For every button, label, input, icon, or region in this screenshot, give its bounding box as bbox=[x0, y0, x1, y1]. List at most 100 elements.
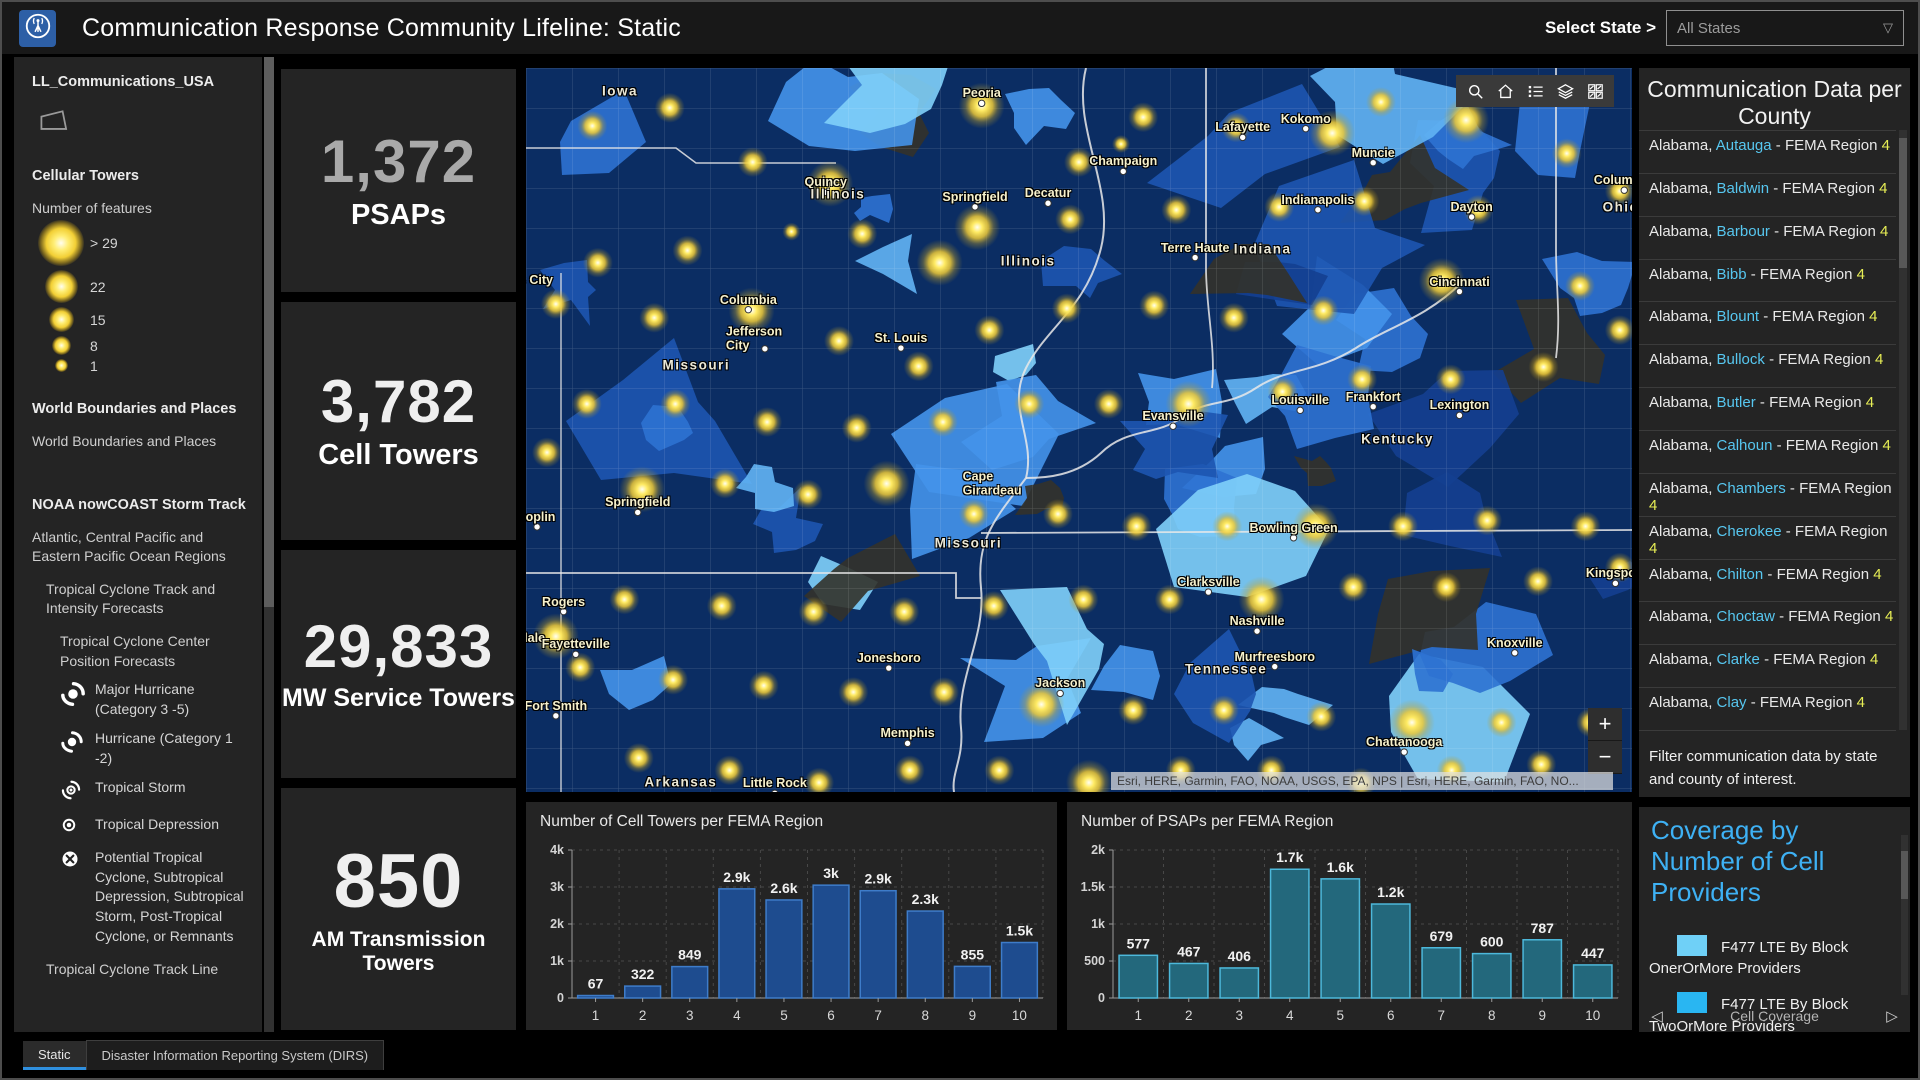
county-row-region: 4 bbox=[1882, 137, 1890, 154]
county-row-region: 4 bbox=[1885, 608, 1893, 625]
layers-button[interactable] bbox=[1550, 75, 1580, 107]
county-row[interactable]: Alabama, Clay - FEMA Region 4 bbox=[1639, 688, 1896, 731]
legend-size-label: 1 bbox=[90, 358, 98, 374]
major-hurricane-icon bbox=[60, 681, 86, 712]
bar-value-label: 1.2k bbox=[1377, 884, 1404, 900]
city-marker bbox=[1456, 412, 1462, 418]
county-row-region: 4 bbox=[1882, 437, 1890, 454]
county-row[interactable]: Alabama, Calhoun - FEMA Region 4 bbox=[1639, 431, 1896, 474]
cell-tower-cluster bbox=[1308, 296, 1338, 326]
county-row[interactable]: Alabama, Cherokee - FEMA Region 4 bbox=[1639, 517, 1896, 560]
cell-tower-cluster bbox=[1552, 138, 1582, 168]
city-marker bbox=[1468, 214, 1474, 220]
pager-prev-icon[interactable]: ◁ bbox=[1639, 1007, 1675, 1025]
county-row[interactable]: Alabama, Chilton - FEMA Region 4 bbox=[1639, 560, 1896, 603]
county-row-name: Calhoun bbox=[1717, 437, 1773, 454]
svg-text:0: 0 bbox=[557, 991, 564, 1005]
legend-item-label: Tropical Cyclone Center Position Forecas… bbox=[60, 632, 248, 671]
cell-tower-cluster bbox=[929, 677, 959, 707]
legend-scrollbar-thumb[interactable] bbox=[264, 57, 274, 607]
county-row[interactable]: Alabama, Blount - FEMA Region 4 bbox=[1639, 302, 1896, 345]
county-row[interactable]: Alabama, Bullock - FEMA Region 4 bbox=[1639, 345, 1896, 388]
cell-tower-cluster bbox=[1529, 352, 1559, 382]
svg-text:2k: 2k bbox=[1091, 843, 1105, 857]
county-row[interactable]: Alabama, Chambers - FEMA Region 4 bbox=[1639, 474, 1896, 517]
county-row[interactable]: Alabama, Choctaw - FEMA Region 4 bbox=[1639, 602, 1896, 645]
county-row-region: 4 bbox=[1649, 540, 1657, 557]
bar-value-label: 1.5k bbox=[1006, 923, 1033, 939]
stat-value: 1,372 bbox=[321, 130, 476, 193]
bar bbox=[578, 996, 614, 998]
city-marker bbox=[1192, 254, 1198, 260]
county-row-state: Alabama, bbox=[1649, 308, 1717, 325]
cell-tower-cluster bbox=[533, 613, 579, 659]
map-toolbar bbox=[1456, 75, 1614, 107]
county-list-scrollbar-thumb[interactable] bbox=[1899, 138, 1907, 268]
map[interactable]: IowaPeoriaKokomoLafayetteMuncieChampaign… bbox=[526, 68, 1632, 792]
legend-section-header: LL_Communications_USA bbox=[32, 73, 248, 92]
bar-value-label: 849 bbox=[678, 947, 702, 963]
home-button[interactable] bbox=[1490, 75, 1520, 107]
legend-item-label: Atlantic, Central Pacific and Eastern Pa… bbox=[32, 528, 248, 567]
county-row[interactable]: Alabama, Autauga - FEMA Region 4 bbox=[1639, 130, 1896, 174]
pager-label: Cell Coverage bbox=[1675, 1008, 1874, 1024]
legend-symbol-row: Tropical Storm bbox=[60, 778, 248, 806]
cell-tower-cluster bbox=[1349, 186, 1379, 216]
cell-tower-cluster bbox=[672, 235, 702, 265]
x-axis-label: 9 bbox=[969, 1008, 977, 1023]
county-row[interactable]: Alabama, Butler - FEMA Region 4 bbox=[1639, 388, 1896, 431]
pager-next-icon[interactable]: ▷ bbox=[1874, 1007, 1910, 1025]
state-select-value: All States bbox=[1677, 20, 1740, 37]
cell-tower-cluster bbox=[1155, 584, 1185, 614]
county-row-name: Choctaw bbox=[1717, 608, 1775, 625]
cell-tower-cluster bbox=[1293, 503, 1339, 549]
county-row-region: 4 bbox=[1879, 180, 1887, 197]
city-marker bbox=[1456, 288, 1462, 294]
bar bbox=[1271, 869, 1309, 998]
county-row-fema-text: - FEMA Region bbox=[1782, 523, 1888, 540]
tab-static[interactable]: Static bbox=[23, 1041, 86, 1070]
legend-scrollbar[interactable] bbox=[264, 57, 274, 1032]
county-row-state: Alabama, bbox=[1649, 351, 1717, 368]
county-row-region: 4 bbox=[1880, 223, 1888, 240]
coverage-pager: ◁ Cell Coverage ▷ bbox=[1639, 1000, 1910, 1032]
cell-tower-cluster bbox=[752, 407, 782, 437]
bar bbox=[1372, 904, 1410, 998]
county-row[interactable]: Alabama, Bibb - FEMA Region 4 bbox=[1639, 260, 1896, 303]
cell-tower-cluster bbox=[710, 469, 740, 499]
county-row[interactable]: Alabama, Clarke - FEMA Region 4 bbox=[1639, 645, 1896, 688]
coverage-scrollbar-thumb[interactable] bbox=[1901, 851, 1908, 899]
county-row-name: Bullock bbox=[1717, 351, 1765, 368]
cell-tower-cluster bbox=[793, 479, 823, 509]
legend-symbol-row: Potential Tropical Cyclone, Subtropical … bbox=[60, 848, 248, 947]
county-row-fema-text: - FEMA Region bbox=[1756, 394, 1866, 411]
svg-text:1.5k: 1.5k bbox=[1081, 880, 1105, 894]
legend-size-row: 8 bbox=[32, 334, 248, 357]
cell-tower-cluster bbox=[1306, 702, 1336, 732]
county-panel-title: Communication Data per County bbox=[1639, 68, 1910, 130]
search-button[interactable] bbox=[1460, 75, 1490, 107]
coverage-scrollbar[interactable] bbox=[1901, 835, 1908, 995]
state-select[interactable]: All States ▽ bbox=[1666, 10, 1904, 46]
cell-tower-cluster bbox=[1128, 102, 1158, 132]
county-row[interactable]: Alabama, Barbour - FEMA Region 4 bbox=[1639, 217, 1896, 260]
dashboard-page: Communication Response Community Lifelin… bbox=[0, 0, 1920, 1080]
county-row-region: 4 bbox=[1873, 566, 1881, 583]
legend-size-label: 22 bbox=[90, 279, 106, 295]
legend-button[interactable] bbox=[1520, 75, 1550, 107]
bar-value-label: 855 bbox=[961, 946, 985, 962]
county-list-scrollbar[interactable] bbox=[1899, 130, 1907, 730]
zoom-out-button[interactable]: − bbox=[1588, 741, 1622, 774]
basemap-button[interactable] bbox=[1580, 75, 1610, 107]
stat-label: Cell Towers bbox=[318, 439, 479, 472]
county-row[interactable]: Alabama, Baldwin - FEMA Region 4 bbox=[1639, 174, 1896, 217]
cell-tower-cluster bbox=[1064, 147, 1094, 177]
legend-symbol-label: Major Hurricane (Category 3 -5) bbox=[95, 680, 248, 720]
county-row-region: 4 bbox=[1869, 308, 1877, 325]
tab-dirs[interactable]: Disaster Information Reporting System (D… bbox=[86, 1040, 385, 1070]
svg-text:4k: 4k bbox=[550, 843, 564, 857]
cell-tower-cluster bbox=[1523, 566, 1553, 596]
zoom-in-button[interactable]: + bbox=[1588, 708, 1622, 741]
cell-tower-cluster bbox=[1347, 364, 1377, 394]
header: Communication Response Community Lifelin… bbox=[2, 2, 1918, 54]
